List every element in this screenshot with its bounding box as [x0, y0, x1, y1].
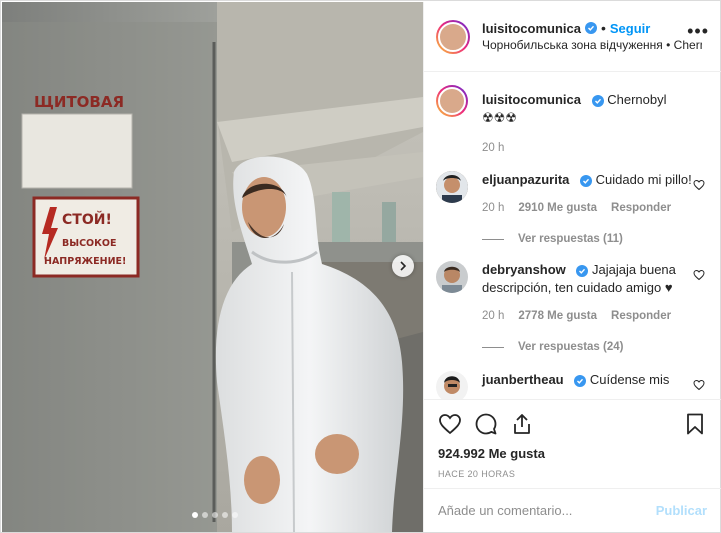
comment-username[interactable]: eljuanpazurita	[482, 172, 569, 187]
carousel-next-button[interactable]	[392, 255, 414, 277]
comment-username[interactable]: juanbertheau	[482, 372, 564, 387]
separator: •	[600, 19, 606, 36]
carousel-dot	[192, 512, 198, 518]
comment-item: debryanshow Jajajaja buena descripción, …	[436, 261, 709, 325]
comment-time[interactable]: 20 h	[482, 307, 504, 325]
avatar-image	[436, 171, 468, 203]
carousel-dots	[192, 512, 238, 518]
verified-badge-icon	[584, 22, 597, 34]
verified-badge-icon	[580, 175, 593, 187]
photo-sign-warning-1: СТОЙ!	[62, 211, 112, 228]
view-replies-button[interactable]: Ver respuestas (24)	[482, 341, 709, 353]
follow-button[interactable]: Seguir	[610, 20, 650, 37]
heart-icon[interactable]	[693, 269, 705, 281]
post-dialog: ЩИТОВАЯ СТОЙ! ВЫСОКОЕ НАПРЯЖЕНИЕ! luisit…	[0, 0, 721, 533]
caption: luisitocomunica Chernobyl ☢☢☢ 20 h	[436, 85, 709, 157]
chevron-right-icon	[400, 261, 407, 271]
heart-icon[interactable]	[693, 179, 705, 191]
photo-sign-label: ЩИТОВАЯ	[34, 93, 124, 111]
commenter-avatar[interactable]	[436, 171, 468, 203]
commenter-avatar[interactable]	[436, 261, 468, 293]
caption-username[interactable]: luisitocomunica	[482, 92, 581, 107]
bookmark-icon[interactable]	[683, 412, 707, 436]
publish-button[interactable]: Publicar	[656, 503, 707, 518]
carousel-dot	[202, 512, 208, 518]
author-avatar[interactable]	[436, 19, 470, 54]
verified-badge-icon	[591, 95, 604, 107]
comment-item: juanbertheau Cuídense mis	[436, 371, 709, 399]
comment-composer: Publicar	[424, 488, 721, 532]
post-photo[interactable]: ЩИТОВАЯ СТОЙ! ВЫСОКОЕ НАПРЯЖЕНИЕ!	[2, 2, 423, 532]
heart-icon[interactable]	[693, 379, 705, 391]
carousel-dot	[232, 512, 238, 518]
post-header: luisitocomunica • Seguir Чорнобильська з…	[424, 2, 721, 72]
verified-badge-icon	[576, 265, 589, 277]
heart-icon[interactable]	[438, 412, 462, 436]
view-replies-label: Ver respuestas (11)	[518, 233, 623, 245]
post-location[interactable]: Чорнобильська зона відчуження • Chernoby…	[482, 37, 702, 54]
commenter-avatar[interactable]	[436, 371, 468, 399]
divider-line	[482, 238, 504, 240]
post-actions: 924.992 Me gusta HACE 20 HORAS	[424, 399, 721, 489]
view-replies-label: Ver respuestas (24)	[518, 341, 624, 353]
comment-time[interactable]: 20 h	[482, 199, 504, 217]
share-icon[interactable]	[510, 412, 534, 436]
more-options-button[interactable]: •••	[687, 22, 709, 40]
verified-badge-icon	[574, 375, 587, 387]
author-username[interactable]: luisitocomunica	[482, 20, 581, 37]
comments-list[interactable]: luisitocomunica Chernobyl ☢☢☢ 20 h eljua…	[424, 73, 721, 399]
post-timestamp[interactable]: HACE 20 HORAS	[438, 469, 707, 479]
divider-line	[482, 346, 504, 348]
carousel-dot	[222, 512, 228, 518]
avatar-image	[436, 371, 468, 399]
comment-item: eljuanpazurita Cuidado mi pillo! 20 h 29…	[436, 171, 709, 217]
comment-likes[interactable]: 2778 Me gusta	[518, 307, 597, 325]
photo-sign-warning-2: ВЫСОКОЕ	[62, 238, 116, 249]
view-replies-button[interactable]: Ver respuestas (11)	[482, 233, 709, 245]
photo-sign-warning-3: НАПРЯЖЕНИЕ!	[44, 256, 126, 267]
comment-likes[interactable]: 2910 Me gusta	[518, 199, 597, 217]
chernobyl-photo: ЩИТОВАЯ СТОЙ! ВЫСОКОЕ НАПРЯЖЕНИЕ!	[2, 2, 423, 532]
comment-icon[interactable]	[474, 412, 498, 436]
reply-button[interactable]: Responder	[611, 199, 671, 217]
comment-username[interactable]: debryanshow	[482, 262, 566, 277]
carousel-dot	[212, 512, 218, 518]
caption-time[interactable]: 20 h	[482, 139, 504, 157]
post-side-panel: luisitocomunica • Seguir Чорнобильська з…	[423, 2, 721, 532]
comment-text: Cuidado mi pillo!	[595, 172, 692, 187]
caption-avatar[interactable]	[436, 85, 468, 117]
avatar-image	[436, 261, 468, 293]
comment-input[interactable]	[438, 503, 656, 518]
comment-text: Cuídense mis	[589, 372, 670, 387]
post-likes-count[interactable]: 924.992 Me gusta	[438, 446, 707, 461]
reply-button[interactable]: Responder	[611, 307, 671, 325]
